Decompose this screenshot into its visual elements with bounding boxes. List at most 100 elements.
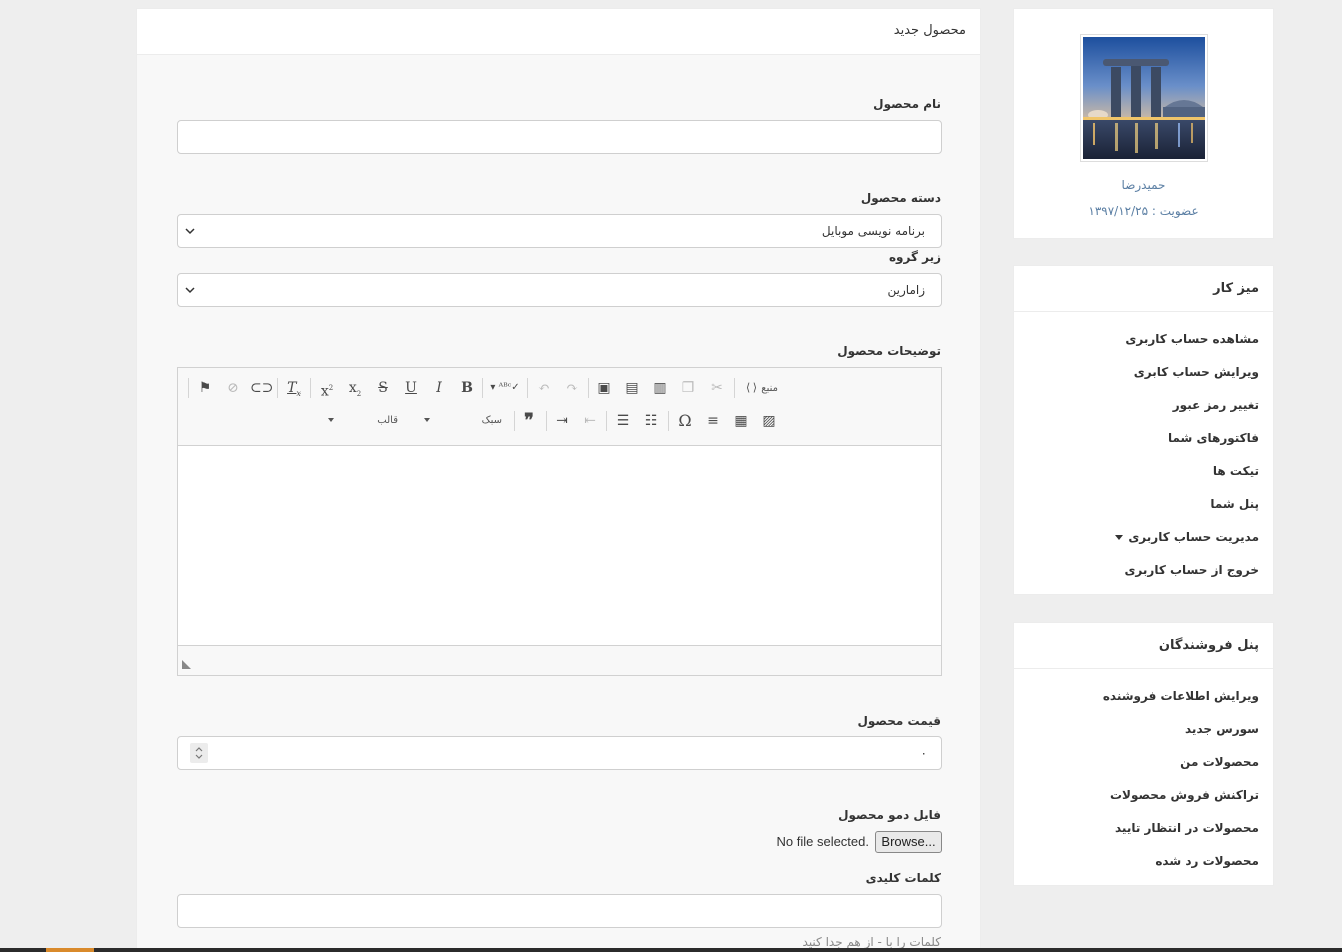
- menu-item-invoices[interactable]: فاکتورهای شما: [1014, 422, 1259, 455]
- copy-icon[interactable]: ❐: [677, 376, 699, 400]
- special-char-icon[interactable]: Ω: [674, 409, 696, 433]
- paste-word-icon[interactable]: ▣: [593, 376, 615, 400]
- menu-item-label: مدیریت حساب کاربری: [1128, 530, 1259, 544]
- menu-item-label: محصولات من: [1180, 755, 1259, 769]
- superscript-icon[interactable]: x2: [316, 376, 338, 400]
- blockquote-icon[interactable]: ❞: [518, 409, 540, 433]
- menu-item-label: تیکت ها: [1212, 464, 1259, 478]
- menu-item-label: پنل شما: [1210, 497, 1259, 511]
- menu-item-tickets[interactable]: تیکت ها: [1014, 455, 1259, 488]
- rich-text-editor: ⚑ ⊘ ⊂⊃ Tx x2 x2 S U I B ▾ ᴬᴮᶜ✓ ↶ ↷ ▣ ▤ ▥…: [177, 367, 942, 676]
- menu-item-label: مشاهده حساب کاربری: [1125, 332, 1259, 346]
- menu-item-label: محصولات در انتظار تایید: [1115, 821, 1259, 835]
- page-title: محصول جدید: [137, 9, 980, 55]
- bulleted-list-icon[interactable]: ☰: [612, 409, 634, 433]
- undo-icon[interactable]: ↶: [533, 376, 555, 400]
- horizontal-rule-icon[interactable]: ≡: [702, 409, 724, 433]
- menu-item-sales-transactions[interactable]: تراکنش فروش محصولات: [1014, 779, 1259, 812]
- link-icon[interactable]: ⊂⊃: [250, 376, 273, 400]
- paste-text-icon[interactable]: ▤: [621, 376, 643, 400]
- keywords-label: کلمات کلیدی: [865, 871, 941, 885]
- demo-file-label: فایل دمو محصول: [838, 808, 941, 822]
- browse-button[interactable]: Browse...: [875, 831, 942, 853]
- menu-item-label: خروج از حساب کاربری: [1124, 563, 1259, 577]
- style-combo[interactable]: سبک: [422, 409, 504, 433]
- source-icon: ⟨⟩: [744, 381, 759, 394]
- demo-file-input: Browse... No file selected.: [177, 831, 942, 855]
- redo-icon[interactable]: ↷: [561, 376, 583, 400]
- strikethrough-icon[interactable]: S: [372, 376, 394, 400]
- menu-item-label: ویرایش اطلاعات فروشنده: [1102, 689, 1259, 703]
- format-combo[interactable]: قالب: [326, 409, 408, 433]
- image-icon[interactable]: ▨: [758, 409, 780, 433]
- dashboard-title: میز کار: [1014, 266, 1273, 312]
- menu-item-new-source[interactable]: سورس جدید: [1014, 713, 1259, 746]
- menu-item-label: تغییر رمز عبور: [1172, 398, 1259, 412]
- description-label: توضیحات محصول: [837, 344, 941, 358]
- product-name-label: نام محصول: [873, 97, 941, 111]
- subgroup-selected: زامارین: [887, 283, 925, 297]
- seller-menu: پنل فروشندگان ویرایش اطلاعات فروشنده سور…: [1013, 622, 1274, 886]
- category-select[interactable]: برنامه نویسی موبایل: [177, 214, 942, 248]
- outdent-icon[interactable]: ⇤: [579, 409, 601, 433]
- editor-toolbar: ⚑ ⊘ ⊂⊃ Tx x2 x2 S U I B ▾ ᴬᴮᶜ✓ ↶ ↷ ▣ ▤ ▥…: [178, 368, 941, 446]
- taskbar-edge: [0, 948, 1342, 952]
- menu-item-view-account[interactable]: مشاهده حساب کاربری: [1014, 323, 1259, 356]
- editor-statusbar: [178, 645, 941, 675]
- format-label: قالب: [377, 415, 398, 426]
- file-status-text: No file selected.: [776, 834, 870, 849]
- resize-handle-icon[interactable]: [182, 660, 191, 669]
- bold-icon[interactable]: B: [456, 376, 478, 400]
- subgroup-select[interactable]: زامارین: [177, 273, 942, 307]
- price-value: ۰: [920, 746, 927, 760]
- spinner-arrows-icon: [195, 747, 203, 759]
- menu-item-label: سورس جدید: [1185, 722, 1259, 736]
- menu-item-label: تراکنش فروش محصولات: [1109, 788, 1259, 802]
- numbered-list-icon[interactable]: ☷: [640, 409, 662, 433]
- seller-title: پنل فروشندگان: [1014, 623, 1273, 669]
- subgroup-label: زیر گروه: [888, 250, 941, 264]
- underline-icon[interactable]: U: [400, 376, 422, 400]
- menu-item-label: ویرایش حساب کابری: [1133, 365, 1259, 379]
- source-button[interactable]: منبع ⟨⟩: [740, 376, 778, 400]
- product-name-input[interactable]: [177, 120, 942, 154]
- number-spinner[interactable]: [190, 743, 208, 763]
- unlink-icon[interactable]: ⊘: [222, 376, 244, 400]
- remove-format-icon[interactable]: Tx: [283, 376, 305, 400]
- anchor-icon[interactable]: ⚑: [194, 376, 216, 400]
- chevron-down-icon: [185, 287, 195, 294]
- profile-name[interactable]: حمیدرضا: [1014, 178, 1273, 192]
- price-label: قیمت محصول: [857, 714, 941, 728]
- cut-icon[interactable]: ✂: [706, 376, 728, 400]
- editor-content-area[interactable]: [178, 446, 941, 645]
- avatar: [1080, 34, 1208, 162]
- menu-item-edit-seller-info[interactable]: ویرایش اطلاعات فروشنده: [1014, 680, 1259, 713]
- table-icon[interactable]: ▦: [730, 409, 752, 433]
- menu-item-label: فاکتورهای شما: [1167, 431, 1259, 445]
- chevron-down-icon: [185, 228, 195, 235]
- membership-date: عضویت : ۱۳۹۷/۱۲/۲۵: [1088, 204, 1199, 218]
- menu-item-my-products[interactable]: محصولات من: [1014, 746, 1259, 779]
- menu-item-your-panel[interactable]: پنل شما: [1014, 488, 1259, 521]
- menu-item-pending-products[interactable]: محصولات در انتظار تایید: [1014, 812, 1259, 845]
- caret-down-icon: [1115, 535, 1124, 540]
- paste-icon[interactable]: ▥: [649, 376, 671, 400]
- source-label: منبع: [761, 383, 778, 394]
- menu-item-account-management[interactable]: مدیریت حساب کاربری: [1014, 521, 1259, 554]
- menu-item-rejected-products[interactable]: محصولات رد شده: [1014, 845, 1259, 878]
- menu-item-logout[interactable]: خروج از حساب کاربری: [1014, 554, 1259, 587]
- italic-icon[interactable]: I: [428, 376, 450, 400]
- spellcheck-icon[interactable]: ▾ ᴬᴮᶜ✓: [488, 376, 522, 400]
- avatar-image: [1083, 37, 1205, 159]
- subscript-icon[interactable]: x2: [344, 376, 366, 400]
- new-product-card: محصول جدید نام محصول دسته محصول برنامه ن…: [136, 8, 981, 952]
- keywords-input[interactable]: [177, 894, 942, 928]
- menu-item-label: محصولات رد شده: [1155, 854, 1259, 868]
- style-label: سبک: [481, 415, 502, 426]
- indent-icon[interactable]: ⇥: [551, 409, 573, 433]
- price-input[interactable]: ۰: [177, 736, 942, 770]
- menu-item-change-password[interactable]: تغییر رمز عبور: [1014, 389, 1259, 422]
- profile-card: حمیدرضا عضویت : ۱۳۹۷/۱۲/۲۵: [1013, 8, 1274, 239]
- category-selected: برنامه نویسی موبایل: [821, 224, 925, 238]
- menu-item-edit-account[interactable]: ویرایش حساب کابری: [1014, 356, 1259, 389]
